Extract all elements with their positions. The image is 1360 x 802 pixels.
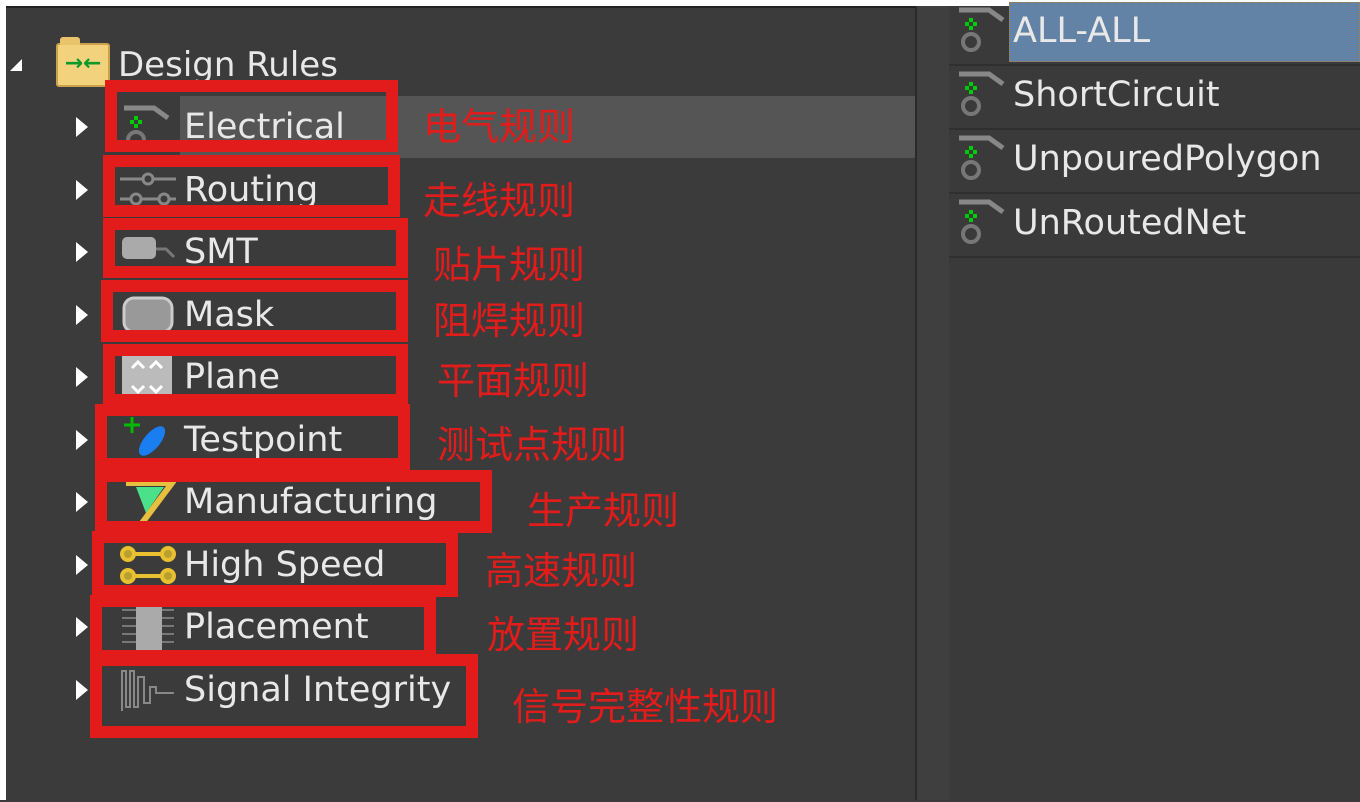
annotation-label: 电气规则	[423, 105, 576, 149]
annotation-label: 走线规则	[423, 179, 576, 223]
annotation-highlight-box	[103, 155, 400, 217]
annotation-highlight-box	[90, 654, 478, 738]
annotation-label: 平面规则	[437, 359, 590, 403]
expand-caret-icon[interactable]	[76, 679, 88, 700]
expand-caret-icon[interactable]	[76, 117, 88, 137]
rule-name: ShortCircuit	[1013, 75, 1220, 115]
expand-caret-icon[interactable]	[76, 304, 88, 325]
collapse-caret-icon[interactable]	[10, 59, 22, 71]
annotation-highlight-box	[101, 280, 408, 342]
rule-name: UnRoutedNet	[1013, 203, 1247, 243]
annotation-highlight-box	[95, 470, 492, 533]
rule-list-item[interactable]: ALL-ALL	[949, 2, 1360, 66]
rule-name: UnpouredPolygon	[1013, 139, 1322, 179]
annotation-label: 生产规则	[527, 489, 680, 533]
rule-name: ALL-ALL	[1013, 11, 1151, 51]
expand-caret-icon[interactable]	[76, 242, 88, 262]
rule-list-item[interactable]: ShortCircuit	[949, 66, 1360, 130]
expand-caret-icon[interactable]	[76, 554, 88, 575]
annotation-highlight-box	[105, 80, 398, 152]
design-rules-folder-icon: →←	[56, 37, 110, 87]
annotation-highlight-box	[103, 218, 408, 278]
annotation-label: 测试点规则	[437, 423, 628, 467]
electrical-rule-icon	[955, 70, 1005, 122]
rule-list-item[interactable]: UnRoutedNet	[949, 194, 1360, 258]
annotation-highlight-box	[90, 595, 436, 662]
annotation-label: 高速规则	[485, 549, 638, 593]
annotation-label: 放置规则	[487, 613, 640, 657]
expand-caret-icon[interactable]	[76, 179, 88, 200]
expand-caret-icon[interactable]	[76, 367, 88, 387]
expand-caret-icon[interactable]	[76, 429, 88, 450]
expand-caret-icon[interactable]	[76, 617, 88, 637]
expand-caret-icon[interactable]	[76, 492, 88, 512]
annotation-highlight-box	[103, 344, 408, 406]
annotation-label: 信号完整性规则	[512, 685, 779, 729]
electrical-rule-icon	[955, 6, 1005, 58]
annotation-highlight-box	[92, 531, 458, 597]
electrical-rule-icon	[955, 134, 1005, 186]
tree-root-label: Design Rules	[118, 45, 338, 85]
rule-list-item[interactable]: UnpouredPolygon	[949, 130, 1360, 194]
annotation-highlight-box	[95, 404, 410, 470]
electrical-rule-icon	[955, 198, 1005, 250]
panel-splitter[interactable]	[915, 6, 951, 800]
annotation-label: 贴片规则	[433, 243, 586, 287]
annotation-label: 阻焊规则	[433, 299, 586, 343]
